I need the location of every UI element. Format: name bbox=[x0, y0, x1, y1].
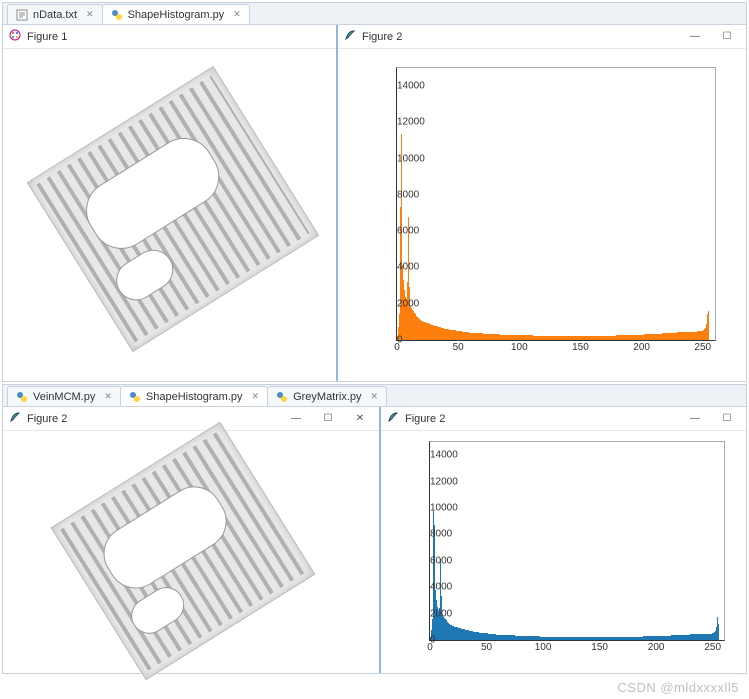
tab-shapehistogram[interactable]: ShapeHistogram.py ✕ bbox=[102, 4, 250, 24]
histogram-chart-orange: 0200040006000800010000120001400005010015… bbox=[348, 59, 728, 369]
figure-left-window-bottom: Figure 2 — ☐ ✕ bbox=[3, 407, 381, 673]
tab-greymatrix[interactable]: GreyMatrix.py ✕ bbox=[267, 386, 387, 406]
minimize-button[interactable]: — bbox=[283, 413, 309, 424]
split-panes-bottom: Figure 2 — ☐ ✕ Figure 2 bbox=[3, 407, 746, 673]
y-tick-label: 2000 bbox=[397, 298, 401, 309]
close-icon[interactable]: ✕ bbox=[252, 391, 260, 402]
y-tick-label: 4000 bbox=[397, 262, 401, 273]
close-icon[interactable]: ✕ bbox=[86, 9, 94, 20]
figure1-window: Figure 1 bbox=[3, 25, 338, 381]
figure1-titlebar[interactable]: Figure 1 bbox=[3, 25, 336, 49]
histogram-chart-blue: 0200040006000800010000120001400005010015… bbox=[385, 435, 735, 663]
figure2-title: Figure 2 bbox=[362, 31, 402, 43]
close-icon[interactable]: ✕ bbox=[233, 9, 241, 20]
tab-veinmcm[interactable]: VeinMCM.py ✕ bbox=[7, 386, 121, 406]
x-tick-label: 100 bbox=[511, 340, 528, 353]
x-tick-label: 50 bbox=[453, 340, 464, 353]
x-tick-label: 150 bbox=[591, 640, 608, 653]
close-icon[interactable]: ✕ bbox=[371, 391, 379, 402]
workspace-top: nData.txt ✕ ShapeHistogram.py ✕ Figure 1 bbox=[2, 2, 747, 382]
feather-icon bbox=[387, 411, 399, 426]
figure-left-title: Figure 2 bbox=[27, 413, 67, 425]
y-tick-label: 14000 bbox=[430, 450, 434, 461]
palette-icon bbox=[9, 29, 21, 44]
tab-label: GreyMatrix.py bbox=[293, 391, 361, 403]
y-tick-label: 14000 bbox=[397, 81, 401, 92]
figure-left-titlebar-bottom[interactable]: Figure 2 — ☐ ✕ bbox=[3, 407, 379, 431]
split-panes-top: Figure 1 Figure 2 — ☐ bbox=[3, 25, 746, 381]
close-icon[interactable]: ✕ bbox=[104, 391, 112, 402]
editor-tabs-bottom: VeinMCM.py ✕ ShapeHistogram.py ✕ GreyMat… bbox=[3, 385, 746, 407]
x-tick-label: 250 bbox=[704, 640, 721, 653]
figure2-canvas-top: 0200040006000800010000120001400005010015… bbox=[338, 49, 746, 381]
figure2-titlebar-bottom[interactable]: Figure 2 — ☐ bbox=[381, 407, 746, 431]
y-tick-label: 12000 bbox=[430, 476, 434, 487]
minimize-button[interactable]: — bbox=[682, 413, 708, 424]
y-tick-label: 4000 bbox=[430, 582, 434, 593]
feather-icon bbox=[344, 29, 356, 44]
figure2-window-bottom: Figure 2 — ☐ 0 2000 4000 6000 8000 10000 12000… bbox=[381, 407, 746, 673]
figure2-canvas-bottom: 0200040006000800010000120001400005010015… bbox=[381, 431, 746, 673]
figure2-title: Figure 2 bbox=[405, 413, 445, 425]
y-tick-label: 10000 bbox=[430, 503, 434, 514]
x-tick-label: 0 bbox=[394, 340, 400, 353]
tab-shapehistogram-b[interactable]: ShapeHistogram.py ✕ bbox=[120, 386, 268, 406]
maximize-button[interactable]: ☐ bbox=[714, 413, 740, 424]
figure1-canvas bbox=[3, 49, 336, 381]
y-tick-label: 6000 bbox=[430, 555, 434, 566]
y-tick-label: 8000 bbox=[397, 189, 401, 200]
py-file-icon bbox=[16, 391, 28, 403]
minimize-button[interactable]: — bbox=[682, 31, 708, 42]
tab-label: ShapeHistogram.py bbox=[128, 9, 225, 21]
y-tick-label: 10000 bbox=[397, 153, 401, 164]
figure2-window-top: Figure 2 — ☐ 0 2000 4000 6000 8000 10000 12000… bbox=[338, 25, 746, 381]
figure2-titlebar-top[interactable]: Figure 2 — ☐ bbox=[338, 25, 746, 49]
x-tick-label: 250 bbox=[694, 340, 711, 353]
y-tick-label: 12000 bbox=[397, 117, 401, 128]
workspace-bottom: VeinMCM.py ✕ ShapeHistogram.py ✕ GreyMat… bbox=[2, 384, 747, 674]
x-tick-label: 100 bbox=[535, 640, 552, 653]
y-tick-label: 8000 bbox=[430, 529, 434, 540]
watermark-text: CSDN @mldxxxxll5 bbox=[617, 680, 739, 695]
x-tick-label: 150 bbox=[572, 340, 589, 353]
py-file-icon bbox=[129, 391, 141, 403]
py-file-icon bbox=[276, 391, 288, 403]
y-tick-label: 2000 bbox=[430, 608, 434, 619]
x-tick-label: 50 bbox=[481, 640, 492, 653]
tab-label: nData.txt bbox=[33, 9, 77, 21]
maximize-button[interactable]: ☐ bbox=[714, 31, 740, 42]
py-file-icon bbox=[111, 9, 123, 21]
figure-left-canvas-bottom bbox=[3, 431, 379, 673]
txt-file-icon bbox=[16, 9, 28, 21]
x-tick-label: 200 bbox=[648, 640, 665, 653]
tab-ndata[interactable]: nData.txt ✕ bbox=[7, 4, 103, 24]
editor-tabs-top: nData.txt ✕ ShapeHistogram.py ✕ bbox=[3, 3, 746, 25]
x-tick-label: 200 bbox=[633, 340, 650, 353]
feather-icon bbox=[9, 411, 21, 426]
maximize-button[interactable]: ☐ bbox=[315, 413, 341, 424]
figure1-title: Figure 1 bbox=[27, 31, 67, 43]
x-tick-label: 0 bbox=[427, 640, 433, 653]
tab-label: VeinMCM.py bbox=[33, 391, 95, 403]
tab-label: ShapeHistogram.py bbox=[146, 391, 243, 403]
y-tick-label: 6000 bbox=[397, 226, 401, 237]
close-button[interactable]: ✕ bbox=[347, 413, 373, 424]
